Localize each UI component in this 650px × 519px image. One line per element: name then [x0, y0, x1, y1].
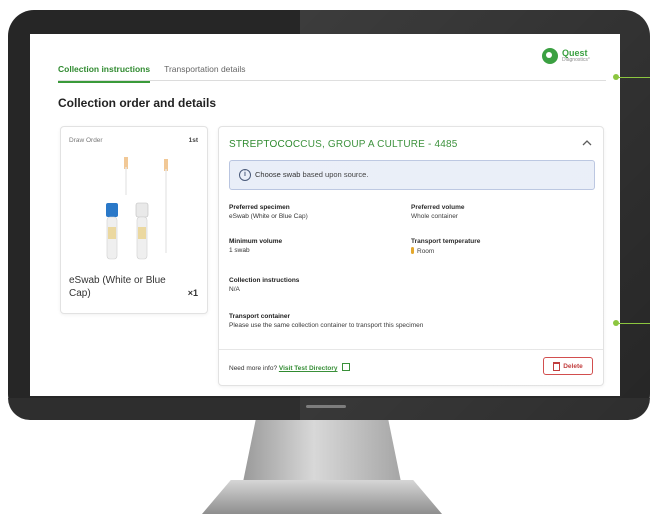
quest-logo: Quest Diagnostics°	[542, 48, 590, 64]
field-value: N/A	[229, 286, 240, 293]
monitor-stand-neck	[243, 420, 401, 482]
collection-instructions-field: Collection instructions N/A	[229, 277, 299, 293]
draw-order-card: Draw Order 1st eSwab (White or Blue Cap)…	[60, 126, 208, 314]
field-label: Preferred specimen	[229, 204, 290, 211]
draw-order-label: Draw Order	[69, 137, 103, 144]
field-value: Room	[417, 248, 435, 255]
field-value: eSwab (White or Blue Cap)	[229, 213, 308, 220]
field-label: Transport temperature	[411, 238, 481, 245]
transport-temperature-field: Transport temperature Room	[411, 238, 480, 255]
logo-subtitle: Diagnostics°	[562, 57, 590, 63]
preferred-specimen-field: Preferred specimen eSwab (White or Blue …	[229, 204, 308, 220]
page-title: Collection order and details	[58, 96, 217, 110]
quest-logo-icon	[542, 48, 558, 64]
field-label: Minimum volume	[229, 238, 283, 245]
field-value: 1 swab	[229, 247, 250, 254]
callout-line	[616, 77, 650, 78]
transport-container-field: Transport container Please use the same …	[229, 313, 423, 329]
blue-cap-icon	[106, 203, 118, 217]
callout-dot	[613, 74, 619, 80]
specimen-quantity: ×1	[187, 288, 198, 298]
visit-test-directory-link[interactable]: Visit Test Directory	[279, 365, 338, 372]
specimen-tubes-image	[106, 157, 168, 260]
delete-label: Delete	[563, 362, 583, 370]
monitor-stand-base	[202, 480, 442, 514]
more-info: Need more info? Visit Test Directory	[229, 363, 351, 372]
swab-stick-icon	[125, 167, 127, 195]
chevron-up-icon[interactable]	[581, 137, 593, 149]
monitor-logo-notch	[306, 405, 346, 408]
minimum-volume-field: Minimum volume 1 swab	[229, 238, 282, 254]
thermometer-icon	[411, 247, 414, 254]
callout-dot	[613, 320, 619, 326]
white-cap-icon	[135, 202, 149, 218]
info-icon: i	[239, 169, 251, 181]
test-title: STREPTOCOCCUS, GROUP A CULTURE - 4485	[229, 139, 458, 150]
info-notice: i Choose swab based upon source.	[229, 160, 595, 190]
notice-text: Choose swab based upon source.	[255, 170, 369, 179]
field-value: Please use the same collection container…	[229, 322, 424, 329]
trash-icon	[553, 361, 561, 371]
monitor-chin	[8, 398, 650, 420]
field-label: Collection instructions	[229, 277, 300, 284]
preferred-volume-field: Preferred volume Whole container	[411, 204, 464, 220]
field-value: Whole container	[411, 213, 458, 220]
delete-button[interactable]: Delete	[543, 357, 593, 375]
field-label: Transport container	[229, 313, 291, 320]
callout-line	[616, 323, 650, 324]
monitor-screen: Collection instructions Transportation d…	[30, 34, 620, 396]
card-footer-divider	[219, 349, 603, 350]
more-info-text: Need more info?	[229, 365, 278, 372]
field-label: Preferred volume	[411, 204, 465, 211]
external-link-icon	[342, 363, 351, 371]
draw-order-number: 1st	[188, 137, 198, 144]
swab-stick-icon	[165, 169, 167, 253]
test-detail-card: STREPTOCOCCUS, GROUP A CULTURE - 4485 i …	[218, 126, 604, 386]
specimen-name: eSwab (White or Blue Cap)	[69, 275, 166, 299]
tab-divider	[58, 80, 606, 81]
